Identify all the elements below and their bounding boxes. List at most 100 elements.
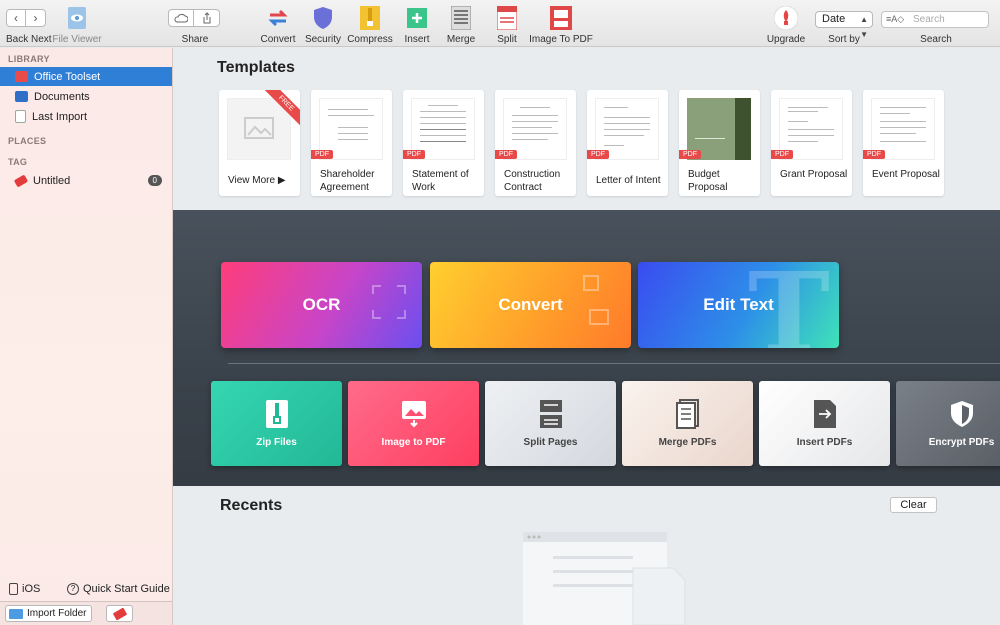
templates-section: Templates FREE View More ▶ PDF Sharehold… bbox=[173, 48, 1000, 210]
insert-icon bbox=[405, 6, 429, 30]
template-card-construction-contract[interactable]: PDF Construction Contract bbox=[495, 90, 576, 196]
tool-label: Split Pages bbox=[523, 437, 578, 448]
ios-label: iOS bbox=[22, 583, 41, 595]
template-label: Shareholder Agreement bbox=[320, 169, 375, 193]
security-button[interactable]: Security bbox=[303, 0, 343, 47]
next-button[interactable]: › bbox=[26, 9, 46, 27]
image-to-pdf-label: Image To PDF bbox=[529, 34, 593, 45]
convert-card[interactable]: Convert bbox=[430, 262, 631, 348]
back-button[interactable]: ‹ bbox=[6, 9, 26, 27]
add-tag-button[interactable] bbox=[106, 605, 133, 622]
back-next-label: Back Next bbox=[6, 34, 52, 45]
upgrade-button[interactable]: Upgrade bbox=[766, 0, 806, 47]
shield-icon bbox=[311, 6, 335, 30]
recents-title: Recents bbox=[220, 497, 283, 514]
tool-split-pages[interactable]: Split Pages bbox=[485, 381, 616, 466]
eye-icon bbox=[65, 6, 89, 30]
template-card-statement-of-work[interactable]: PDF Statement of Work bbox=[403, 90, 484, 196]
tool-label: Merge PDFs bbox=[658, 437, 717, 448]
file-viewer-label: File Viewer bbox=[52, 34, 102, 45]
import-folder-label: Import Folder bbox=[27, 608, 87, 619]
template-label: Budget Proposal bbox=[688, 169, 728, 193]
convert-button[interactable]: Convert bbox=[258, 0, 298, 47]
sidebar-item-label: Office Toolset bbox=[34, 70, 101, 83]
pdf-tag: PDF bbox=[403, 150, 425, 159]
pdf-tag: PDF bbox=[311, 150, 333, 159]
template-card-grant-proposal[interactable]: PDF Grant Proposal bbox=[771, 90, 852, 196]
scan-icon bbox=[372, 285, 406, 319]
template-label: Letter of Intent bbox=[596, 175, 661, 186]
template-card-view-more[interactable]: FREE View More ▶ bbox=[219, 90, 300, 196]
convert-icon bbox=[266, 6, 290, 30]
sidebar-item-label: Last Import bbox=[32, 110, 88, 123]
recents-section: Recents Clear bbox=[173, 486, 1000, 625]
pdf-tag: PDF bbox=[863, 150, 885, 159]
tool-label: Zip Files bbox=[256, 437, 297, 448]
toolbar: ‹ › Back Next File Viewer Share Convert … bbox=[0, 0, 1000, 47]
tool-label: Encrypt PDFs bbox=[928, 437, 995, 448]
tool-zip-files[interactable]: Zip Files bbox=[211, 381, 342, 466]
template-card-event-proposal[interactable]: PDF Event Proposal bbox=[863, 90, 944, 196]
template-label: View More ▶ bbox=[228, 175, 286, 186]
merge-button[interactable]: Merge bbox=[441, 0, 481, 47]
tag-icon bbox=[13, 174, 29, 187]
search-item: Search bbox=[910, 0, 962, 47]
ocr-label: OCR bbox=[302, 295, 341, 314]
sidebar-item-last-import[interactable]: Last Import bbox=[0, 107, 172, 126]
tool-merge-pdfs[interactable]: Merge PDFs bbox=[622, 381, 753, 466]
feature-area: OCR Convert T Edit Text Zip Files Image … bbox=[173, 210, 1000, 486]
folder-icon bbox=[9, 608, 23, 619]
nav-buttons: ‹ › bbox=[6, 9, 46, 27]
image-placeholder-icon bbox=[244, 117, 274, 139]
image-icon bbox=[399, 399, 429, 429]
insert-button[interactable]: Insert bbox=[397, 0, 437, 47]
compress-label: Compress bbox=[347, 34, 393, 45]
chevron-right-icon: › bbox=[33, 11, 38, 25]
ios-link[interactable]: iOS bbox=[9, 583, 40, 595]
convert-feature-label: Convert bbox=[498, 295, 563, 314]
image-to-pdf-button[interactable]: Image To PDF bbox=[529, 0, 593, 47]
merge-icon bbox=[449, 6, 473, 30]
file-viewer-button[interactable]: File Viewer bbox=[52, 0, 102, 47]
empty-window-illustration bbox=[523, 532, 686, 625]
sidebar-item-label: Untitled bbox=[33, 174, 71, 187]
quick-start-label: Quick Start Guide bbox=[83, 583, 170, 595]
security-label: Security bbox=[304, 34, 342, 45]
import-folder-button[interactable]: Import Folder bbox=[5, 605, 92, 622]
shield-icon bbox=[947, 399, 977, 429]
split-button[interactable]: Split bbox=[487, 0, 527, 47]
tag-icon bbox=[112, 607, 127, 620]
edit-text-card[interactable]: T Edit Text bbox=[638, 262, 839, 348]
tag-heading: TAG bbox=[8, 157, 28, 167]
sidebar-item-documents[interactable]: Documents bbox=[0, 87, 172, 106]
split-icon bbox=[495, 6, 519, 30]
image-to-pdf-icon bbox=[549, 6, 573, 30]
sidebar-item-office-toolset[interactable]: Office Toolset bbox=[0, 67, 172, 86]
tool-insert-pdfs[interactable]: Insert PDFs bbox=[759, 381, 890, 466]
tool-label: Image to PDF bbox=[381, 437, 446, 448]
rocket-icon bbox=[774, 6, 798, 30]
folder-icon bbox=[15, 91, 28, 102]
zip-icon bbox=[262, 399, 292, 429]
template-card-letter-of-intent[interactable]: PDF Letter of Intent bbox=[587, 90, 668, 196]
count-badge: 0 bbox=[147, 175, 162, 186]
tool-label: Insert PDFs bbox=[796, 437, 853, 448]
chevron-left-icon: ‹ bbox=[14, 11, 18, 25]
upgrade-label: Upgrade bbox=[766, 34, 806, 45]
ocr-card[interactable]: OCR bbox=[221, 262, 422, 348]
template-card-shareholder-agreement[interactable]: PDF Shareholder Agreement bbox=[311, 90, 392, 196]
insert-label: Insert bbox=[404, 34, 430, 45]
sidebar-item-untitled-tag[interactable]: Untitled 0 bbox=[0, 171, 172, 190]
quick-start-link[interactable]: ? Quick Start Guide bbox=[67, 583, 170, 595]
template-card-budget-proposal[interactable]: PDF Budget Proposal bbox=[679, 90, 760, 196]
tool-encrypt-pdfs[interactable]: Encrypt PDFs bbox=[896, 381, 1000, 466]
import-icon bbox=[15, 110, 26, 123]
clear-button[interactable]: Clear bbox=[890, 497, 937, 513]
sort-item: Sort by bbox=[818, 0, 870, 47]
convert-label: Convert bbox=[260, 34, 296, 45]
pdf-tag: PDF bbox=[679, 150, 701, 159]
template-label: Statement of Work bbox=[412, 169, 469, 193]
share-label: Share bbox=[181, 34, 209, 45]
tool-image-to-pdf[interactable]: Image to PDF bbox=[348, 381, 479, 466]
compress-button[interactable]: Compress bbox=[347, 0, 393, 47]
